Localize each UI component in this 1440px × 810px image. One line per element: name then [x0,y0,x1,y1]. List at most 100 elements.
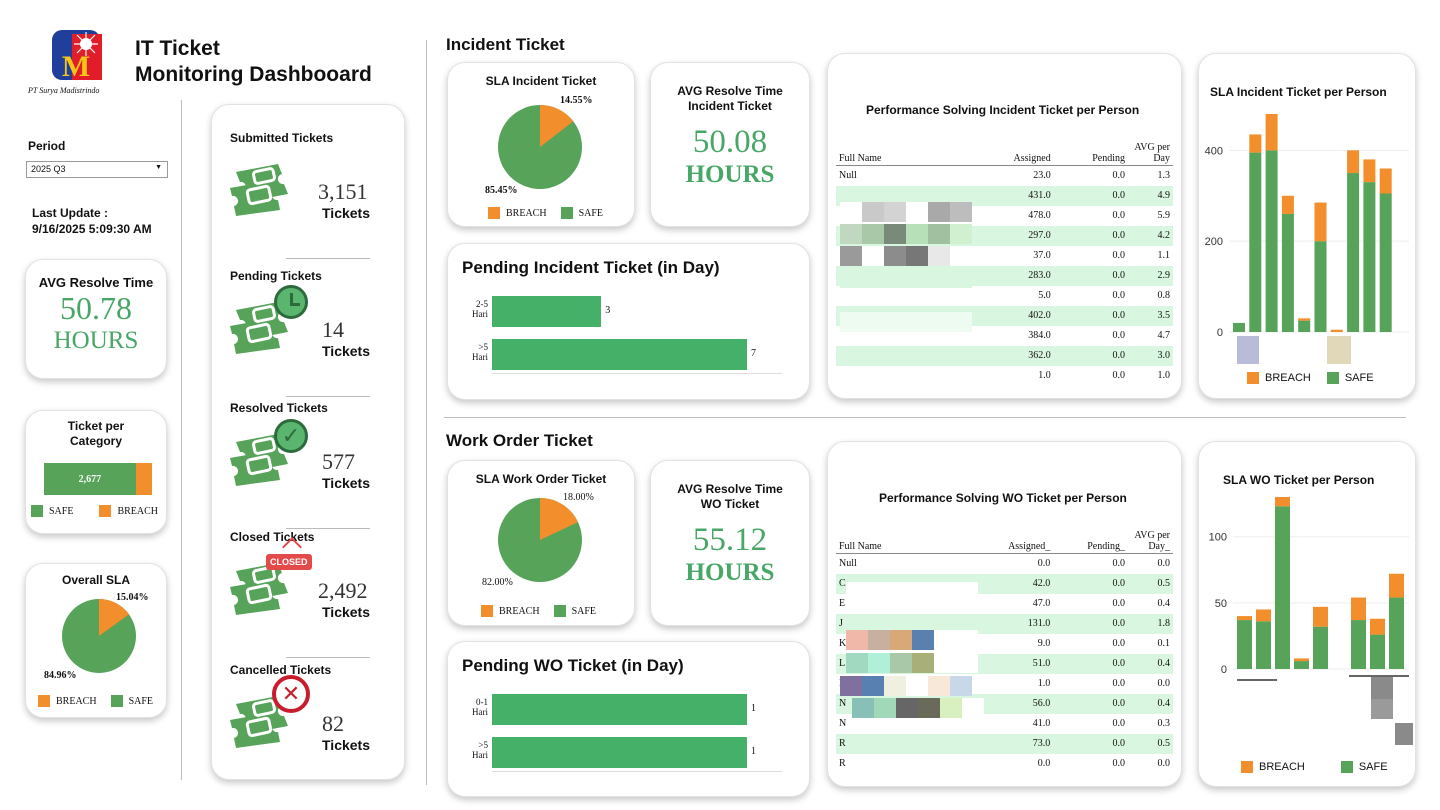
bar-safe [1379,193,1392,332]
table-cell: 0.0 [1112,598,1126,609]
table-cell: 0.0 [1112,210,1126,221]
table-cell: 384.0 [1028,330,1051,341]
table-cell [836,286,971,306]
table-cell: 0.1 [1157,638,1171,649]
redacted-name [840,202,972,222]
legend-safe: SAFE [553,605,596,617]
table-row: R 0.0 0.0 0.0 [836,754,1173,774]
redacted-name [846,630,978,650]
ticket-stat-unit: Tickets [322,475,370,491]
redacted-axis-label [1349,675,1409,677]
last-update-label: Last Update : [32,206,109,220]
redaction-pixel [868,653,890,673]
table-cell: 0.0 [1053,345,1128,366]
table-cell: 51.0 [971,653,1054,674]
pending-label-2: Hari [472,352,488,362]
ticket-stat-unit: Tickets [322,343,370,359]
table-cell: 0.0 [1053,653,1128,674]
redaction-pixel [884,202,906,222]
bar-safe [1275,506,1290,669]
overall-sla-title: Overall SLA [61,573,131,587]
ticket-stat-value: 3,151 [318,179,368,204]
avg-wo-title-2: WO Ticket [700,497,760,511]
bar-breach [1313,606,1328,627]
table-row: 5.0 0.0 0.8 [836,286,1173,306]
table-cell: 5.9 [1157,210,1171,221]
avg-wo-value: 55.12 [692,522,768,558]
table-cell: 362.0 [971,345,1054,366]
redaction-pixel [956,630,978,650]
redacted-name [846,582,978,602]
redaction-pixel [884,224,906,244]
redaction-pixel [840,202,862,222]
table-cell: 0.5 [1128,573,1173,594]
wo-section-title: Work Order Ticket [446,431,593,450]
redaction-pixel [906,246,928,266]
ticket-divider [286,657,370,658]
redacted-name [840,312,972,332]
perf-header-cell: AVG per Day_ [1128,530,1173,554]
redaction-pixel [934,653,956,673]
pending-label-2: Hari [472,750,488,760]
pending-bar-value: 1 [751,746,756,757]
legend-breach: BREACH [1247,372,1311,384]
bar-safe [1351,620,1366,669]
pending-wo-title: Pending WO Ticket (in Day) [462,656,684,675]
table-cell: 2.9 [1128,265,1173,286]
table-cell: 1.0 [1038,370,1051,381]
bar-breach [1351,597,1366,621]
redaction-pixel [940,698,962,718]
table-cell: 283.0 [971,265,1054,286]
table-cell: 0.5 [1128,733,1173,754]
pending-bar-value: 3 [605,305,611,316]
closed-sign-text: CLOSED [266,554,312,570]
period-value: 2025 Q3 [31,164,66,174]
redaction-pixel [852,698,874,718]
perf-incident-card: Performance Solving Incident Ticket per … [827,53,1182,399]
bar-safe [1298,320,1311,332]
sla-wo-person-chart: 100 50 0 [1209,497,1413,745]
table-cell: 3.0 [1128,345,1173,366]
redaction-pixel [868,630,890,650]
table-cell: 37.0 [1033,250,1051,261]
redacted-name [846,653,978,673]
sla-incident-person-title: SLA Incident Ticket per Person [1210,85,1387,99]
category-title-1: Ticket per [67,419,125,433]
redacted-axis-label [1237,679,1277,681]
bar-safe [1313,626,1328,669]
table-cell: 0.0 [1112,558,1126,570]
sla-incident-person-chart: 400 200 0 [1205,114,1409,364]
redaction-pixel [928,312,950,332]
ticket-stat-label: Cancelled Tickets [230,663,332,677]
table-cell: 0.3 [1157,718,1171,729]
period-select[interactable]: 2025 Q3 ▼ [26,161,168,178]
pending-row-label: >5 Hari [466,740,488,760]
legend-safe: SAFE [31,505,73,517]
redaction-pixel [840,268,862,288]
sla-wo-person-title: SLA WO Ticket per Person [1223,473,1375,487]
legend-safe: SAFE [110,695,153,707]
redaction-pixel [950,312,972,332]
avg-incident-title-1: AVG Resolve Time [677,84,783,98]
table-cell: 9.0 [1037,638,1051,649]
pending-wo-card: Pending WO Ticket (in Day) 0-1 Hari 1 >5 Har… [447,641,810,797]
perf-header-cell: Pending_ [1053,530,1128,554]
table-cell: 297.0 [971,225,1054,246]
table-cell [836,366,971,386]
bar-breach [1314,202,1327,242]
redaction-pixel [862,224,884,244]
table-cell: 1.3 [1157,170,1171,182]
redaction-pixel [884,312,906,332]
bar-safe [1281,213,1294,332]
table-cell: 0.0 [1157,678,1171,689]
sla-wo-title: SLA Work Order Ticket [475,472,607,486]
table-cell: 0.0 [1053,185,1128,206]
avg-resolve-value: 50.78 [60,290,132,326]
redaction-pixel [912,653,934,673]
redacted-name [840,268,972,288]
perf-header-cell: Full Name [836,530,971,554]
redaction-pixel [868,582,890,602]
table-cell: R [836,733,971,754]
redaction-pixel [840,676,862,696]
y-tick-label: 100 [1209,532,1227,544]
